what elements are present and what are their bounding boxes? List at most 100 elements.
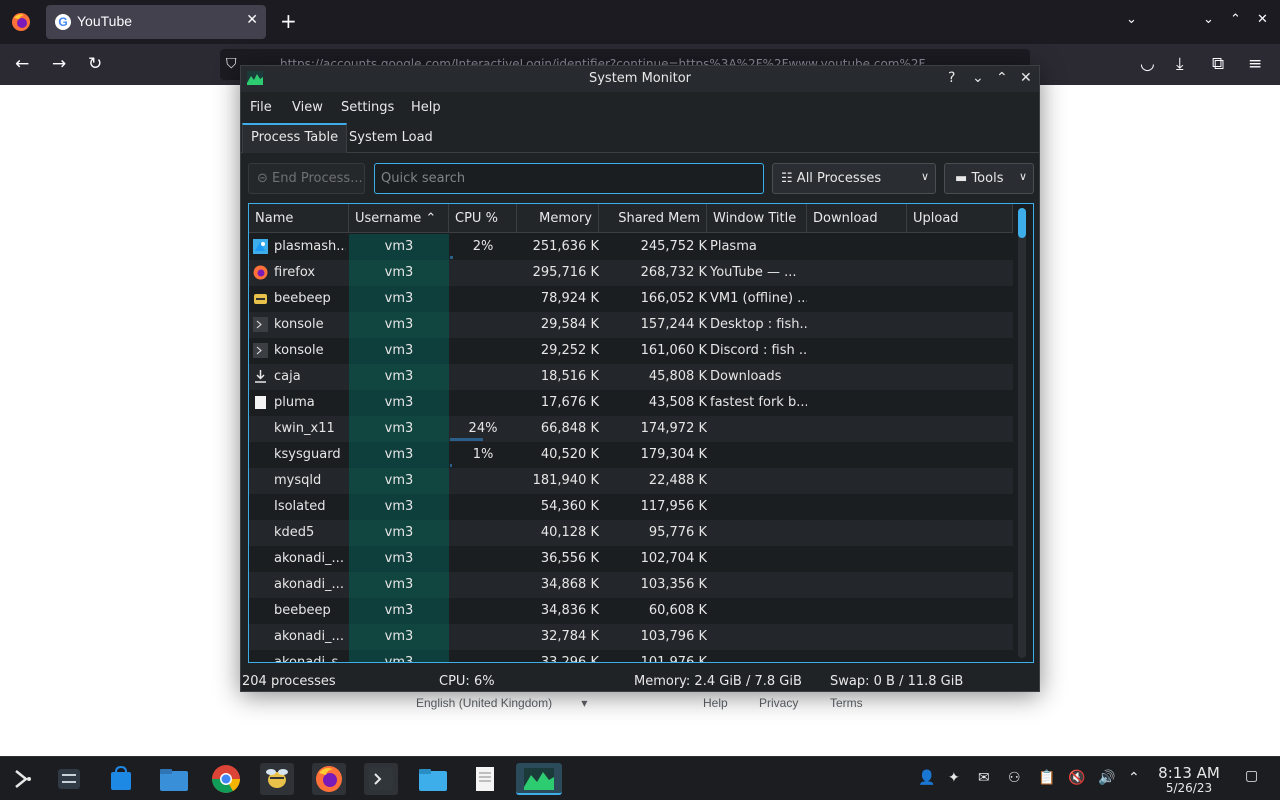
column-name[interactable]: Name [249, 204, 349, 233]
extensions-icon[interactable]: ⧉ [1212, 54, 1224, 74]
new-tab-button[interactable]: + [280, 10, 297, 32]
reload-icon[interactable]: ↻ [88, 54, 102, 74]
process-memory: 295,716 K [532, 265, 599, 280]
user-icon[interactable]: 👤 [918, 770, 935, 786]
help-icon[interactable]: ? [948, 70, 955, 86]
clipboard-icon[interactable]: 📋 [1038, 770, 1055, 786]
forward-icon[interactable]: → [52, 54, 66, 74]
close-browser-icon[interactable]: ✕ [1257, 12, 1268, 27]
clock[interactable]: 8:13 AM 5/26/23 [1154, 765, 1224, 795]
status-bar: 204 processes CPU: 6% Memory: 2.4 GiB / … [241, 674, 1039, 692]
process-name: akonadi_s... [274, 655, 346, 662]
back-icon[interactable]: ← [15, 54, 29, 74]
tab-process-table[interactable]: Process Table [242, 123, 348, 153]
table-row[interactable]: kwin_x11 vm3 24% 66,848 K 174,972 K [249, 416, 1013, 442]
app-menu-icon[interactable]: ≡ [1248, 54, 1262, 74]
process-filter-select[interactable]: ☷ All Processes ∨ [772, 163, 936, 194]
terminal-icon[interactable] [364, 763, 398, 795]
process-user: vm3 [384, 499, 414, 514]
tools-button[interactable]: ▬ Tools ∨ [944, 163, 1034, 194]
table-row[interactable]: beebeep vm3 34,836 K 60,608 K [249, 598, 1013, 624]
process-shared-mem: 268,732 K [640, 265, 707, 280]
column-username[interactable]: Username ⌃ [349, 204, 449, 233]
table-row[interactable]: beebeep vm3 78,924 K 166,052 K VM1 (offline)… [249, 286, 1013, 312]
menu-view[interactable]: View [292, 100, 323, 115]
mail-icon[interactable]: ✉ [978, 770, 990, 786]
table-row[interactable]: ksysguard vm3 1% 40,520 K 179,304 K [249, 442, 1013, 468]
beebeep-tray-icon[interactable]: ✦ [948, 770, 960, 786]
menu-file[interactable]: File [250, 100, 272, 115]
system-monitor-task-icon[interactable] [516, 763, 562, 795]
close-icon[interactable]: ✕ [1020, 70, 1032, 86]
process-name: plasmash... [274, 239, 346, 254]
pocket-icon[interactable]: ◡ [1140, 54, 1155, 74]
tab-youtube[interactable]: G YouTube ✕ [46, 5, 266, 39]
user-status-icon[interactable]: ⚇ [1008, 770, 1021, 786]
table-row[interactable]: Isolated vm3 54,360 K 117,956 K [249, 494, 1013, 520]
table-row[interactable]: caja vm3 18,516 K 45,808 K Downloads [249, 364, 1013, 390]
privacy-link[interactable]: Privacy [759, 696, 798, 710]
process-shared-mem: 43,508 K [648, 395, 707, 410]
table-row[interactable]: akonadi_... vm3 36,556 K 102,704 K [249, 546, 1013, 572]
scrollbar-thumb[interactable] [1018, 208, 1026, 238]
minimize-browser-icon[interactable]: ⌄ [1203, 12, 1214, 27]
column-cpu[interactable]: CPU % [449, 204, 517, 233]
table-row[interactable]: konsole vm3 29,584 K 157,244 K Desktop : fis… [249, 312, 1013, 338]
maximize-browser-icon[interactable]: ⌃ [1230, 12, 1241, 27]
muted-mic-icon[interactable]: 🔇 [1068, 770, 1085, 786]
process-window-title: YouTube — ... [710, 265, 797, 280]
window-titlebar[interactable]: System Monitor ? ⌄ ⌃ ✕ [241, 66, 1039, 92]
table-row[interactable]: kded5 vm3 40,128 K 95,776 K [249, 520, 1013, 546]
process-user: vm3 [384, 447, 414, 462]
table-row[interactable]: akonadi_... vm3 32,784 K 103,796 K [249, 624, 1013, 650]
volume-icon[interactable]: 🔊 [1098, 770, 1115, 786]
downloads-icon[interactable]: ⤓ [1176, 54, 1184, 74]
firefox-icon[interactable] [312, 763, 346, 795]
text-editor-icon[interactable] [468, 763, 502, 795]
language-selector[interactable]: English (United Kingdom) ▾ [416, 696, 587, 710]
beebeep-icon[interactable] [260, 763, 294, 795]
table-scrollbar[interactable] [1018, 208, 1026, 658]
table-row[interactable]: plasmash... vm3 2% 251,636 K 245,752 K Plasma [249, 234, 1013, 260]
column-memory[interactable]: Memory [517, 204, 599, 233]
close-tab-icon[interactable]: ✕ [246, 12, 258, 28]
minimize-icon[interactable]: ⌄ [972, 70, 984, 86]
table-row[interactable]: konsole vm3 29,252 K 161,060 K Discord : fis… [249, 338, 1013, 364]
process-memory: 78,924 K [540, 291, 599, 306]
column-download[interactable]: Download [807, 204, 907, 233]
firefox-menu-icon[interactable] [8, 10, 34, 34]
process-cpu: 1% [472, 447, 494, 462]
show-desktop-icon[interactable]: ▢ [1245, 768, 1258, 784]
table-row[interactable]: firefox vm3 295,716 K 268,732 K YouTube — ..… [249, 260, 1013, 286]
table-row[interactable]: akonadi_... vm3 34,868 K 103,356 K [249, 572, 1013, 598]
chrome-icon[interactable] [209, 763, 243, 795]
expand-tray-icon[interactable]: ⌃ [1128, 770, 1140, 786]
tab-title: YouTube [77, 13, 133, 29]
store-icon[interactable] [104, 763, 138, 795]
help-link[interactable]: Help [703, 696, 728, 710]
list-all-tabs-icon[interactable]: ⌄ [1126, 12, 1137, 27]
menu-settings[interactable]: Settings [341, 100, 394, 115]
process-memory: 33,296 K [517, 655, 599, 662]
table-row[interactable]: akonadi_s...vm3 33,296 K101,976 K [249, 650, 1013, 662]
quick-search-input[interactable]: Quick search [374, 163, 764, 194]
column-shared-mem[interactable]: Shared Mem [599, 204, 707, 233]
settings-icon[interactable] [52, 763, 86, 795]
process-memory: 181,940 K [532, 473, 599, 488]
menu-help[interactable]: Help [411, 100, 441, 115]
shield-icon[interactable]: ⛉ [226, 56, 237, 72]
process-user: vm3 [384, 265, 414, 280]
process-memory: 54,360 K [540, 499, 599, 514]
folder-icon[interactable] [416, 763, 450, 795]
maximize-icon[interactable]: ⌃ [996, 70, 1008, 86]
tab-system-load[interactable]: System Load [341, 123, 441, 153]
end-process-button[interactable]: ⊝ End Process... [248, 163, 365, 194]
column-window-title[interactable]: Window Title [707, 204, 807, 233]
table-row[interactable]: mysqld vm3 181,940 K 22,488 K [249, 468, 1013, 494]
column-upload[interactable]: Upload [907, 204, 1013, 233]
terms-link[interactable]: Terms [830, 696, 863, 710]
process-window-title: VM1 (offline) ... [710, 291, 807, 306]
files-icon[interactable] [157, 763, 191, 795]
app-launcher-icon[interactable] [5, 763, 39, 795]
table-row[interactable]: pluma vm3 17,676 K 43,508 Kfastest fork b..… [249, 390, 1013, 416]
